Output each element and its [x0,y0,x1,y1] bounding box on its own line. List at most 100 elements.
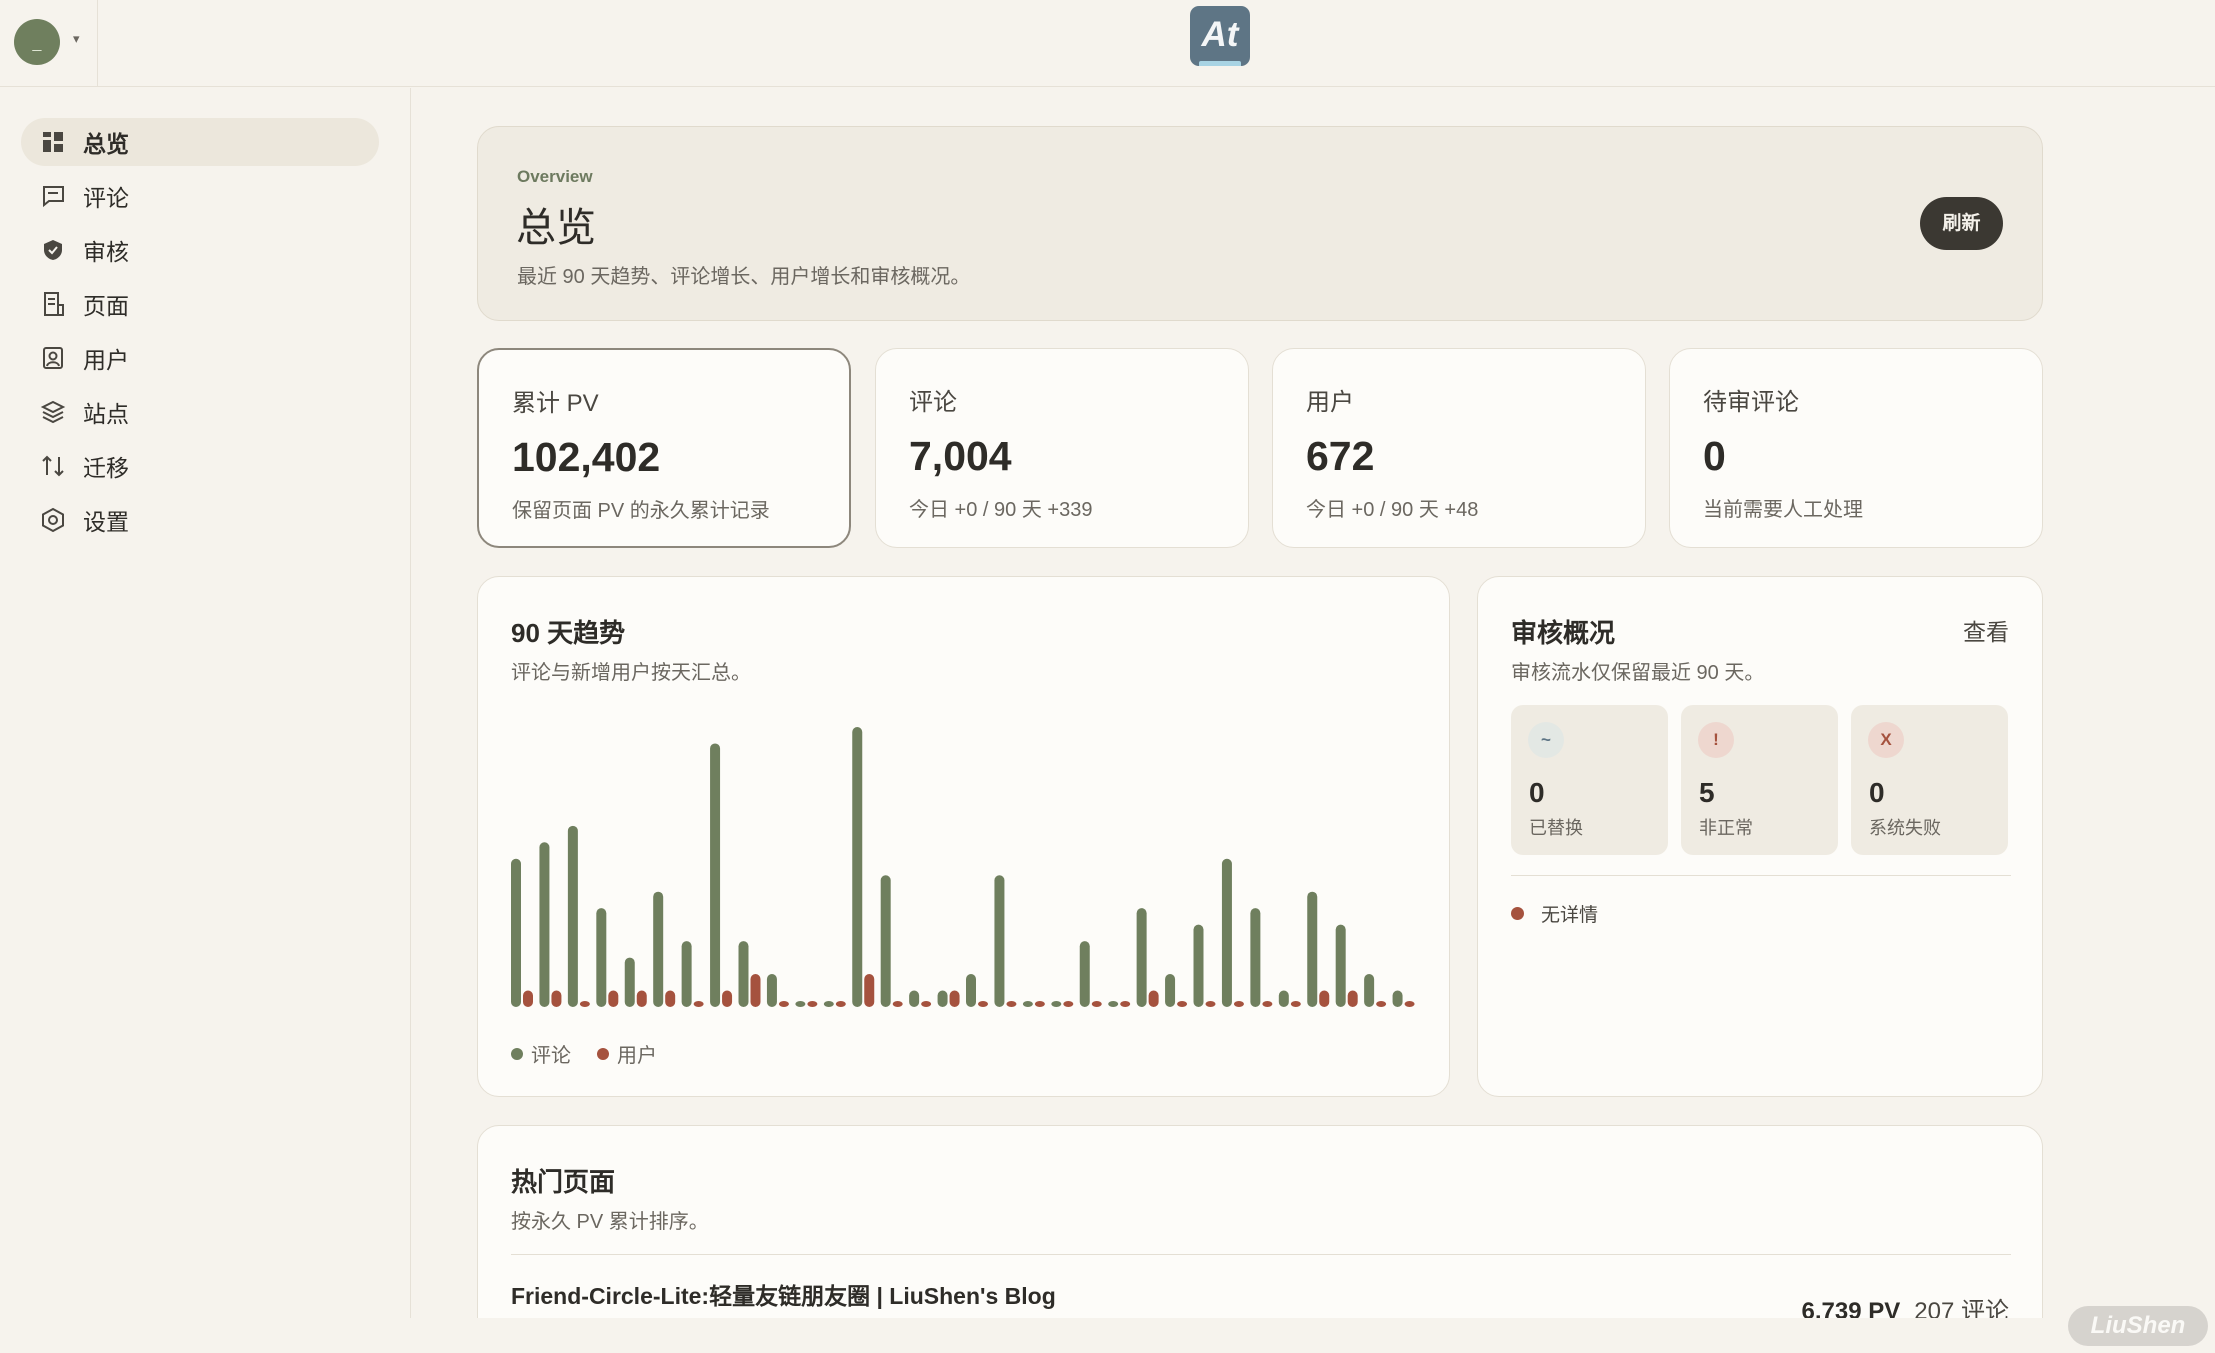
bar-users [551,990,562,1007]
legend-label: 用户 [617,1045,657,1067]
sidebar-item-sites[interactable]: 站点 [21,388,379,436]
bar-users [892,1001,903,1007]
bar-comments [567,825,578,1007]
trend-card: 90 天趋势 评论与新增用户按天汇总。 评论 用户 [477,576,1450,1097]
legend-swatch-users [597,1047,609,1060]
stat-card-comments: 评论 7,004 今日 +0 / 90 天 +339 [875,348,1249,548]
eyebrow-text: Overview [517,167,593,186]
bar-users [722,990,733,1007]
dashboard-icon [39,128,67,156]
bar-users [579,1001,590,1007]
sidebar-item-label: 审核 [83,239,129,265]
stat-value: 672 [1306,433,1375,479]
bar-users [1120,1001,1131,1007]
logo-text: At [1201,15,1239,54]
bar-users [608,990,619,1007]
user-menu[interactable]: _ ▾ [0,0,98,87]
bar-comments [596,908,607,1007]
layers-icon [39,398,67,426]
bar-comments [1364,974,1375,1007]
bar-users [1262,1001,1273,1007]
trend-subtitle: 评论与新增用户按天汇总。 [511,662,751,684]
stat-label: 评论 [909,389,957,416]
bar-users [949,990,960,1007]
bar-comments [880,875,891,1007]
legend-swatch-comments [511,1047,523,1060]
stat-value: 0 [1703,433,1726,479]
bar-users [1006,1001,1017,1007]
tile-value: 0 [1869,777,1885,808]
bar-users [1034,1001,1045,1007]
bar-comments [766,974,777,1007]
refresh-button[interactable]: 刷新 [1920,197,2003,250]
avatar[interactable]: _ [14,19,60,65]
sidebar-item-label: 站点 [83,401,129,427]
bar-users [1063,1001,1074,1007]
sidebar-item-pages[interactable]: 页面 [21,280,379,328]
document-icon [39,290,67,318]
bar-users [1319,990,1330,1007]
sidebar-item-moderation[interactable]: 审核 [21,226,379,274]
bar-users [778,1001,789,1007]
sidebar-item-label: 页面 [83,293,129,319]
bar-users [1404,1001,1415,1007]
bar-users [1205,1001,1216,1007]
review-tile-abnormal: ! 5 非正常 [1681,705,1838,855]
bar-comments [823,1001,834,1007]
sidebar-item-comments[interactable]: 评论 [21,172,379,220]
bar-comments [1335,924,1346,1007]
empty-text: 无详情 [1541,905,1599,926]
stat-card-pv: 累计 PV 102,402 保留页面 PV 的永久累计记录 [477,348,851,548]
user-card-icon [39,344,67,372]
bar-users [523,990,533,1007]
sidebar-item-label: 用户 [83,347,129,373]
x-icon: X [1868,722,1904,758]
bar-comments [1278,990,1289,1007]
bar-comments [511,858,521,1007]
bar-comments [795,1001,806,1007]
bar-comments [1079,941,1090,1007]
bar-comments [1051,1001,1062,1007]
legend-item-users: 用户 [597,1039,657,1068]
stat-value: 102,402 [512,434,661,480]
page-row-title[interactable]: Friend-Circle-Lite:轻量友链朋友圈 | LiuShen's B… [511,1277,1056,1311]
stat-subtext: 保留页面 PV 的永久累计记录 [512,500,770,522]
migrate-icon [39,452,67,480]
top-pages-title: 热门页面 [511,1167,616,1197]
bar-comments [1108,1001,1119,1007]
bar-users [1091,1001,1102,1007]
status-dot-icon [1511,907,1524,920]
page-title: 总览 [516,206,596,250]
sidebar-item-label: 迁移 [83,455,129,481]
bar-users [807,1001,818,1007]
stat-subtext: 当前需要人工处理 [1703,499,1863,521]
sidebar-item-users[interactable]: 用户 [21,334,379,382]
review-tile-replaced: ~ 0 已替换 [1511,705,1668,855]
bar-users [636,990,647,1007]
trend-bar-chart [511,727,1415,1007]
bar-users [835,1001,846,1007]
bar-users [1290,1001,1301,1007]
bar-comments [738,941,749,1007]
bar-users [1376,1001,1387,1007]
sidebar-item-settings[interactable]: 设置 [21,496,379,544]
stat-subtext: 今日 +0 / 90 天 +339 [909,499,1093,521]
chevron-down-icon[interactable]: ▾ [73,31,80,47]
bar-comments [1022,1001,1033,1007]
bar-comments [909,990,920,1007]
bar-users [1233,1001,1244,1007]
bar-users [1177,1001,1188,1007]
bar-comments [539,842,550,1007]
stat-label: 待审评论 [1703,389,1799,416]
bar-comments [937,990,948,1007]
tilde-icon: ~ [1528,722,1564,758]
view-link[interactable]: 查看 [1963,613,2009,647]
bar-comments [1307,891,1318,1007]
bar-users [921,1001,932,1007]
stat-card-users: 用户 672 今日 +0 / 90 天 +48 [1272,348,1646,548]
trend-title: 90 天趋势 [511,618,626,648]
sidebar-item-overview[interactable]: 总览 [21,118,379,166]
sidebar-item-migration[interactable]: 迁移 [21,442,379,490]
stat-card-pending: 待审评论 0 当前需要人工处理 [1669,348,2043,548]
tile-label: 已替换 [1529,818,1583,838]
